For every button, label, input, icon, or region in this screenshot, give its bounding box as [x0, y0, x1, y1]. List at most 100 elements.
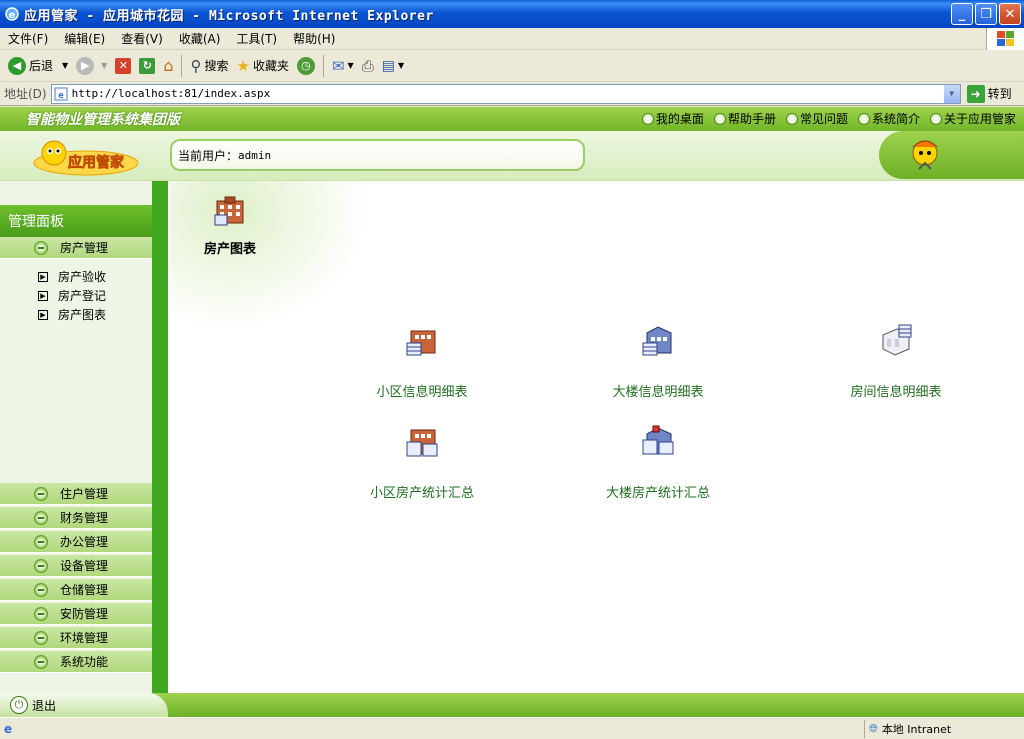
svg-text:e: e: [9, 10, 16, 21]
menu-favorites[interactable]: 收藏(A): [171, 30, 229, 47]
home-icon: ⌂: [163, 56, 174, 75]
back-dropdown-icon[interactable]: ▼: [62, 61, 68, 70]
report-building-detail[interactable]: 大楼信息明细表: [578, 323, 738, 400]
report-room-detail[interactable]: 房间信息明细表: [816, 323, 976, 400]
status-bar: e 🌐︎ 本地 Intranet: [0, 717, 1024, 739]
address-dropdown-icon[interactable]: ▼: [943, 84, 960, 103]
svg-text:e: e: [58, 91, 64, 101]
nav-item-security[interactable]: 安防管理: [0, 603, 152, 625]
go-arrow-icon: ➜: [966, 84, 985, 103]
user-value: admin: [238, 148, 272, 162]
nav-item-office[interactable]: 办公管理: [0, 531, 152, 553]
report-community-detail[interactable]: 小区信息明细表: [342, 323, 502, 400]
forward-dropdown-icon[interactable]: ▼: [101, 61, 107, 70]
mail-button[interactable]: ✉ ▼: [328, 53, 358, 79]
stop-icon: ✕: [115, 57, 132, 74]
stop-button[interactable]: ✕: [111, 53, 135, 79]
home-button[interactable]: ⌂: [159, 53, 177, 79]
bullet-icon: [34, 630, 48, 645]
favorites-button[interactable]: ★ 收藏夹: [233, 53, 293, 79]
report-label: 大楼房产统计汇总: [605, 486, 710, 501]
print-button[interactable]: ⎙: [358, 53, 378, 79]
top-link-desktop[interactable]: 我的桌面: [641, 110, 704, 127]
app-bottom-bar: ⏻ 退出: [0, 693, 1024, 717]
close-button[interactable]: ✕: [999, 3, 1021, 25]
nav-item-warehouse[interactable]: 仓储管理: [0, 579, 152, 601]
mascot-tab: [879, 131, 1024, 179]
nav-item-residents[interactable]: 住户管理: [0, 483, 152, 505]
app-top-bar: 智能物业管理系统集团版 我的桌面 帮助手册 常见问题 系统简介 关于应用管家: [0, 107, 1024, 131]
sub-item-acceptance[interactable]: ▶ 房产验收: [38, 267, 106, 286]
logo-text: 应用管家: [68, 154, 125, 171]
power-icon: ⏻: [10, 696, 28, 714]
favorites-label: 收藏夹: [252, 59, 289, 73]
address-url[interactable]: http://localhost:81/index.aspx: [72, 87, 271, 100]
menu-tools[interactable]: 工具(T): [228, 30, 285, 47]
refresh-button[interactable]: ↻: [135, 53, 159, 79]
nav-item-equipment[interactable]: 设备管理: [0, 555, 152, 577]
nav-label: 系统功能: [60, 655, 109, 669]
top-link-intro[interactable]: 系统简介: [857, 110, 920, 127]
exit-button[interactable]: ⏻ 退出: [10, 696, 56, 714]
edit-dropdown-icon[interactable]: ▼: [398, 61, 404, 70]
room-icon: [882, 324, 912, 356]
page-header: 房产图表: [180, 193, 280, 257]
forward-arrow-icon: ▶: [76, 56, 95, 75]
menu-view[interactable]: 查看(V): [113, 30, 171, 47]
sidebar-edge: [152, 181, 168, 693]
top-link-faq[interactable]: 常见问题: [785, 110, 848, 127]
nav-label: 仓储管理: [60, 583, 109, 597]
bullet-icon: [34, 240, 48, 255]
menu-help[interactable]: 帮助(H): [285, 30, 343, 47]
restore-button[interactable]: ❐: [975, 3, 997, 25]
search-button[interactable]: ⚲ 搜索: [186, 53, 232, 79]
panel-title: 管理面板: [0, 205, 152, 237]
edit-page-icon: ▤: [381, 57, 395, 74]
expand-box-icon: ▶: [38, 271, 48, 282]
app-logo: 应用管家: [33, 140, 139, 176]
sub-item-registration[interactable]: ▶ 房产登记: [38, 286, 106, 305]
top-link-about[interactable]: 关于应用管家: [929, 110, 1016, 127]
bullet-icon: [34, 534, 48, 549]
top-link-manual[interactable]: 帮助手册: [713, 110, 776, 127]
window-title: 应用管家 - 应用城市花园 - Microsoft Internet Explo…: [24, 8, 434, 24]
menu-file[interactable]: 文件(F): [0, 30, 56, 47]
bullet-icon: [34, 606, 48, 621]
report-label: 小区房产统计汇总: [369, 486, 474, 501]
printer-icon: ⎙: [361, 56, 374, 75]
sidebar: 管理面板 房产管理 ▶ 房产验收 ▶ 房产登记 ▶ 房产图表 住户管理 财务管理 办公…: [0, 181, 168, 693]
nav-item-property[interactable]: 房产管理: [0, 237, 152, 259]
top-link-label: 我的桌面: [655, 112, 704, 126]
address-input[interactable]: e http://localhost:81/index.aspx ▼: [50, 83, 961, 104]
report-building-summary[interactable]: 大楼房产统计汇总: [578, 424, 738, 501]
nav-item-finance[interactable]: 财务管理: [0, 507, 152, 529]
nav-label: 财务管理: [60, 511, 109, 525]
bullet-icon: [34, 654, 48, 669]
mascot-icon: [912, 140, 938, 170]
history-button[interactable]: ◷: [293, 53, 319, 79]
security-zone: 🌐︎ 本地 Intranet: [864, 720, 951, 738]
mail-icon: ✉: [331, 56, 345, 75]
nav-label: 安防管理: [60, 607, 109, 621]
property-sub-list: ▶ 房产验收 ▶ 房产登记 ▶ 房产图表: [38, 267, 106, 324]
mail-dropdown-icon[interactable]: ▼: [348, 61, 354, 70]
bullet-icon: [34, 558, 48, 573]
nav-item-environment[interactable]: 环境管理: [0, 627, 152, 649]
report-community-summary[interactable]: 小区房产统计汇总: [342, 424, 502, 501]
page-icon: e: [54, 87, 68, 101]
sub-item-charts[interactable]: ▶ 房产图表: [38, 305, 106, 324]
address-bar: 地址(D) e http://localhost:81/index.aspx ▼…: [0, 82, 1024, 106]
minimize-button[interactable]: _: [951, 3, 973, 25]
user-label: 当前用户：: [178, 148, 239, 163]
menu-edit[interactable]: 编辑(E): [56, 30, 113, 47]
address-label: 地址(D): [4, 87, 47, 101]
forward-button[interactable]: ▶ ▼: [72, 53, 111, 79]
main-content: 房产图表 小区信息明细表 大楼信息明细表 房间信息明细表 小区房产统计汇总 大楼…: [170, 181, 1024, 693]
go-button[interactable]: ➜ 转到: [966, 84, 1012, 103]
back-button[interactable]: ◀ 后退 ▼: [4, 53, 72, 79]
building-summary-icon: [642, 425, 674, 455]
ie-logo-icon: e: [5, 7, 19, 21]
nav-item-system[interactable]: 系统功能: [0, 651, 152, 673]
report-label: 大楼信息明细表: [612, 385, 704, 400]
edit-button[interactable]: ▤ ▼: [378, 53, 408, 79]
